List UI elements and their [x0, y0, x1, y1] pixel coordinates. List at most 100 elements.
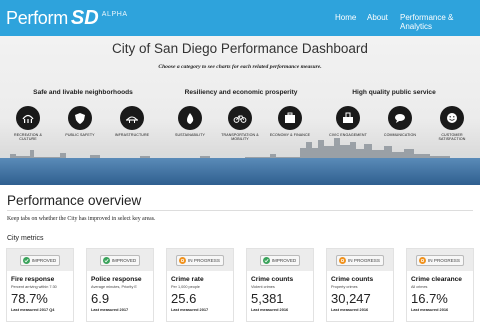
category-economy-finance[interactable]: ECONOMY & FINANCE [268, 106, 312, 137]
status-row: IMPROVED [87, 249, 153, 271]
status-label: IN PROGRESS [188, 257, 220, 263]
nav-performance-analytics-link[interactable]: Performance & Analytics [400, 13, 480, 31]
status-badge: IMPROVED [99, 254, 141, 266]
status-badge: IN PROGRESS [416, 254, 464, 266]
category-customer-satisfaction[interactable]: CUSTOMER SATISFACTION [430, 106, 474, 142]
metric-title: Police response [91, 276, 142, 283]
status-row: IMPROVED [247, 249, 313, 271]
metric-card-police-response[interactable]: IMPROVED Police response Average minutes… [86, 248, 154, 322]
metric-title: Crime clearance [411, 276, 462, 283]
metric-value: 25.6 [171, 291, 197, 306]
status-row: IN PROGRESS [167, 249, 233, 271]
status-label: IN PROGRESS [348, 257, 380, 263]
hero-banner: City of San Diego Performance Dashboard … [0, 36, 480, 185]
bay-water-image [0, 158, 480, 185]
category-label: RECREATION & CULTURE [14, 133, 42, 142]
customer-satisfaction-icon [440, 106, 464, 130]
gears-icon [179, 256, 187, 264]
metric-last-measured: Last measured 2017 Q4 [11, 307, 55, 312]
category-label: PUBLIC SAFETY [65, 133, 95, 137]
category-label: INFRASTRUCTURE [114, 133, 150, 137]
economy-icon [278, 106, 302, 130]
status-badge: IN PROGRESS [176, 254, 224, 266]
metric-card-fire-response[interactable]: IMPROVED Fire response Percent arriving … [6, 248, 74, 322]
metric-last-measured: Last measured 2017 [171, 307, 209, 312]
check-icon [262, 256, 270, 264]
group-title-public-service: High quality public service [352, 89, 436, 96]
metric-subtitle: Violent crimes [251, 285, 275, 289]
brand-logo[interactable]: Perform SD ALPHA [6, 7, 128, 29]
status-badge: IN PROGRESS [336, 254, 384, 266]
metric-card-crime-rate[interactable]: IN PROGRESS Crime rate Per 1,000 people … [166, 248, 234, 322]
category-communication[interactable]: COMMUNICATION [378, 106, 422, 137]
metric-title: Crime counts [331, 276, 374, 283]
metric-card-property-crime-counts[interactable]: IN PROGRESS Crime counts Property crimes… [326, 248, 394, 322]
metric-value: 5,381 [251, 291, 284, 306]
nav-home-link[interactable]: Home [335, 13, 356, 22]
metric-subtitle: Average minutes, Priority E [91, 285, 137, 289]
category-label: ECONOMY & FINANCE [269, 133, 311, 137]
group-title-safe-livable: Safe and livable neighborhoods [33, 89, 133, 96]
metric-value: 6.9 [91, 291, 110, 306]
check-icon [102, 256, 110, 264]
metric-subtitle: Percent arriving within 7:30 [11, 285, 57, 289]
category-label: SUSTAINABILITY [174, 133, 206, 137]
metric-last-measured: Last measured 2016 [251, 307, 289, 312]
status-badge: IMPROVED [259, 254, 301, 266]
status-row: IN PROGRESS [407, 249, 473, 271]
category-label: CUSTOMER SATISFACTION [438, 133, 466, 142]
infrastructure-icon [120, 106, 144, 130]
category-label: TRANSPORTATION & MOBILITY [221, 133, 259, 142]
recreation-icon [16, 106, 40, 130]
category-label: COMMUNICATION [383, 133, 417, 137]
bicycle-icon [228, 106, 252, 130]
brand-sd: SD [70, 7, 99, 29]
nav-about-link[interactable]: About [367, 13, 388, 22]
top-navbar: Perform SD ALPHA Home About Performance … [0, 0, 480, 36]
category-public-safety[interactable]: PUBLIC SAFETY [58, 106, 102, 137]
metric-value: 30,247 [331, 291, 371, 306]
status-label: IMPROVED [271, 257, 297, 263]
check-icon [22, 256, 30, 264]
metric-title: Crime counts [251, 276, 294, 283]
metric-card-violent-crime-counts[interactable]: IMPROVED Crime counts Violent crimes 5,3… [246, 248, 314, 322]
brand-alpha-tag: ALPHA [101, 11, 128, 18]
category-sustainability[interactable]: SUSTAINABILITY [168, 106, 212, 137]
group-title-resiliency: Resiliency and economic prosperity [184, 89, 298, 96]
category-civic-engagement[interactable]: CIVIC ENGAGEMENT [326, 106, 370, 137]
metric-last-measured: Last measured 2016 [331, 307, 369, 312]
metric-last-measured: Last measured 2017 [91, 307, 129, 312]
metric-value: 16.7% [411, 291, 448, 306]
civic-engagement-icon [336, 106, 360, 130]
metric-last-measured: Last measured 2016 [411, 307, 449, 312]
status-badge: IMPROVED [19, 254, 61, 266]
overview-description: Keep tabs on whether the City has improv… [7, 216, 156, 222]
brand-word: Perform [6, 8, 68, 28]
category-infrastructure[interactable]: INFRASTRUCTURE [110, 106, 154, 137]
status-label: IN PROGRESS [428, 257, 460, 263]
status-row: IMPROVED [7, 249, 73, 271]
dashboard-subtitle: Choose a category to see charts for each… [158, 64, 322, 70]
status-label: IMPROVED [111, 257, 137, 263]
category-recreation-culture[interactable]: RECREATION & CULTURE [6, 106, 50, 142]
category-transportation-mobility[interactable]: TRANSPORTATION & MOBILITY [218, 106, 262, 142]
metric-subtitle: Per 1,000 people [171, 285, 200, 289]
metric-subtitle: All crimes [411, 285, 428, 289]
dashboard-title: City of San Diego Performance Dashboard [112, 41, 368, 56]
metric-title: Fire response [11, 276, 55, 283]
overview-divider [7, 210, 473, 211]
sustainability-icon [178, 106, 202, 130]
city-metrics-label: City metrics [7, 235, 44, 242]
metric-card-crime-clearance[interactable]: IN PROGRESS Crime clearance All crimes 1… [406, 248, 474, 322]
metric-title: Crime rate [171, 276, 204, 283]
status-row: IN PROGRESS [327, 249, 393, 271]
category-label: CIVIC ENGAGEMENT [329, 133, 367, 137]
gears-icon [419, 256, 427, 264]
metric-value: 78.7% [11, 291, 48, 306]
metric-subtitle: Property crimes [331, 285, 358, 289]
public-safety-icon [68, 106, 92, 130]
overview-title: Performance overview [7, 193, 142, 208]
status-label: IMPROVED [31, 257, 57, 263]
gears-icon [339, 256, 347, 264]
communication-icon [388, 106, 412, 130]
